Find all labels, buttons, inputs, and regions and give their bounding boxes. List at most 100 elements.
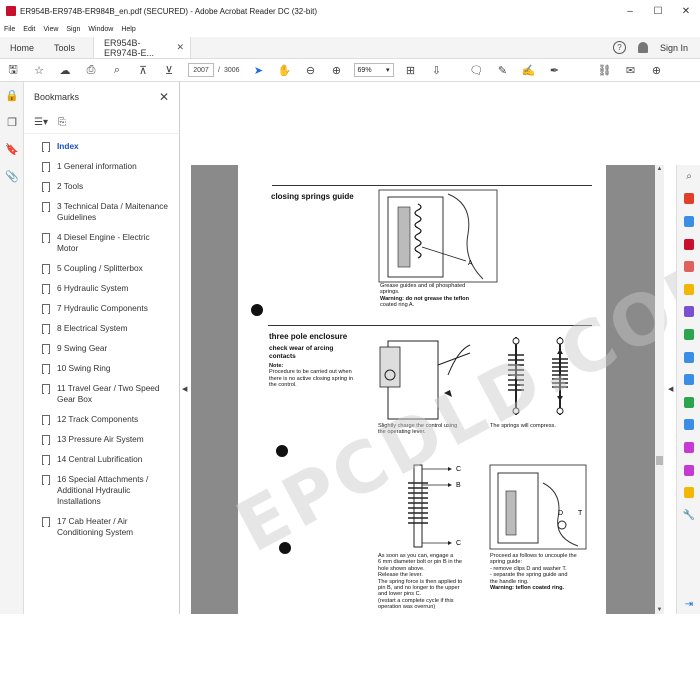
send-for-signature-icon[interactable] — [677, 391, 700, 414]
stamp-icon[interactable] — [677, 481, 700, 504]
bookmark-hydraulic-system[interactable]: 6 Hydraulic System — [24, 281, 179, 296]
next-page-icon[interactable]: ⊻ — [156, 59, 182, 82]
bookmarks-icon[interactable]: 🔖 — [0, 136, 24, 163]
menu-window[interactable]: Window — [88, 26, 113, 33]
bookmark-central-lubrification[interactable]: 14 Central Lubrification — [24, 452, 179, 467]
scan-ocr-icon[interactable] — [677, 323, 700, 346]
collapse-tools-icon[interactable]: ⇥ — [677, 599, 700, 610]
print-icon[interactable]: ⎙ — [78, 59, 104, 82]
fill-sign-tool-icon[interactable] — [677, 368, 700, 391]
comment-tool-icon[interactable] — [677, 278, 700, 301]
bookmark-electrical-system[interactable]: 8 Electrical System — [24, 321, 179, 336]
comment-icon[interactable]: 🗨 — [464, 59, 490, 82]
menu-sign[interactable]: Sign — [66, 26, 80, 33]
bookmark-special-attachments[interactable]: 16 Special Attachments / Additional Hydr… — [24, 472, 179, 509]
bookmark-coupling[interactable]: 5 Coupling / Splitterbox — [24, 261, 179, 276]
scroll-thumb[interactable] — [656, 456, 663, 465]
combine-files-icon[interactable] — [677, 255, 700, 278]
upload-cloud-icon[interactable]: ☁ — [52, 59, 78, 82]
menu-help[interactable]: Help — [121, 26, 135, 33]
menu-view[interactable]: View — [43, 26, 58, 33]
bookmark-track-components[interactable]: 12 Track Components — [24, 412, 179, 427]
help-icon[interactable]: ? — [612, 41, 626, 54]
bookmark-swing-ring[interactable]: 10 Swing Ring — [24, 361, 179, 376]
label-d: D — [558, 510, 563, 517]
zoom-select[interactable]: 69% ▾ — [353, 63, 394, 77]
tab-document[interactable]: ER954B-ER974B-E... ✕ — [93, 37, 192, 58]
bookmark-swing-gear[interactable]: 9 Swing Gear — [24, 341, 179, 356]
bookmark-general-information[interactable]: 1 General information — [24, 159, 179, 174]
scroll-up-icon[interactable]: ▲ — [655, 166, 664, 172]
bookmark-pressure-air-system[interactable]: 13 Pressure Air System — [24, 432, 179, 447]
tab-home[interactable]: Home — [0, 37, 44, 58]
scroll-down-icon[interactable]: ▼ — [655, 607, 664, 613]
scroll-mode-icon[interactable]: ⇩ — [424, 59, 450, 82]
attachments-icon[interactable]: 📎 — [0, 163, 24, 190]
shield-icon[interactable] — [677, 414, 700, 437]
export-pdf-icon[interactable] — [677, 188, 700, 211]
edit-pdf-icon[interactable] — [677, 233, 700, 256]
maximize-button[interactable]: ☐ — [644, 6, 672, 17]
tool-swatch — [684, 351, 694, 363]
caption-engage-pin: As soon as you can, engage a 6 mm diamet… — [378, 553, 488, 611]
bookmark-cab-heater[interactable]: 17 Cab Heater / Air Conditioning System — [24, 514, 179, 540]
menu-file[interactable]: File — [4, 26, 15, 33]
bookmark-index[interactable]: Index — [24, 139, 179, 154]
close-tab-icon[interactable]: ✕ — [176, 42, 184, 53]
bookmark-options-icon[interactable]: ☰▾ — [34, 117, 48, 128]
draw-icon[interactable]: ✍ — [516, 59, 542, 82]
menu-edit[interactable]: Edit — [23, 26, 35, 33]
create-pdf-icon[interactable] — [677, 210, 700, 233]
notifications-icon[interactable] — [637, 42, 648, 53]
page-display-icon[interactable]: ⊞ — [398, 59, 424, 82]
page-number-input[interactable]: 2007 — [188, 63, 214, 77]
request-signature-icon[interactable] — [677, 459, 700, 482]
share-link-icon[interactable]: ⛓ — [592, 59, 618, 82]
bookmark-diesel-engine[interactable]: 4 Diesel Engine - Electric Motor — [24, 230, 179, 256]
bookmark-star-icon[interactable]: ☆ — [26, 59, 52, 82]
save-icon[interactable]: 🖫 — [0, 59, 26, 82]
bookmark-travel-gear[interactable]: 11 Travel Gear / Two Speed Gear Box — [24, 381, 179, 407]
fill-sign-icon[interactable]: ✒ — [542, 59, 568, 82]
label-c-top: C — [456, 466, 461, 473]
close-window-button[interactable]: ✕ — [672, 6, 700, 17]
tab-bar: Home Tools ER954B-ER974B-E... ✕ ? Sign I… — [0, 37, 700, 59]
new-bookmark-icon[interactable]: ⎘ — [58, 117, 66, 128]
previous-page-icon[interactable]: ⊼ — [130, 59, 156, 82]
tool-swatch — [684, 238, 694, 250]
email-icon[interactable]: ✉ — [618, 59, 644, 82]
vertical-scrollbar[interactable]: ▲ ▼ — [655, 165, 664, 614]
uncouple-spring-guide-figure: D T — [489, 464, 587, 550]
lock-icon[interactable]: 🔒 — [0, 82, 24, 109]
zoom-value: 69% — [357, 66, 372, 74]
section-title-three-pole: three pole enclosure — [269, 332, 348, 341]
more-tools-icon[interactable]: ⊕ — [644, 59, 670, 82]
hand-tool-icon[interactable]: ✋ — [272, 59, 298, 82]
zoom-in-icon[interactable]: ⊕ — [324, 59, 350, 82]
minimize-button[interactable]: – — [616, 6, 644, 17]
select-cursor-icon[interactable]: ➤ — [246, 59, 272, 82]
zoom-search-icon[interactable]: ⌕ — [677, 165, 700, 188]
bookmark-hydraulic-components[interactable]: 7 Hydraulic Components — [24, 301, 179, 316]
bookmark-technical-data[interactable]: 3 Technical Data / Maitenance Guidelines — [24, 199, 179, 225]
collapse-panel-icon[interactable]: ◀ — [182, 385, 187, 393]
tab-tools[interactable]: Tools — [44, 37, 85, 58]
find-icon[interactable]: ⌕ — [104, 59, 130, 82]
page-thumbnails-icon[interactable]: ❐ — [0, 109, 24, 136]
tool-swatch — [684, 374, 694, 386]
wrench-icon[interactable]: 🔧 — [677, 504, 700, 527]
zoom-out-icon[interactable]: ⊖ — [298, 59, 324, 82]
highlight-pen-icon[interactable]: ✎ — [490, 59, 516, 82]
close-panel-icon[interactable]: ✕ — [159, 90, 169, 104]
sign-in-link[interactable]: Sign In — [660, 43, 688, 53]
expand-tools-icon[interactable]: ◀ — [668, 385, 673, 393]
caption-line: operation was overrun) — [378, 604, 436, 611]
closing-springs-figure: A — [378, 189, 498, 283]
organize-pages-icon[interactable] — [677, 301, 700, 324]
bookmark-tools[interactable]: 2 Tools — [24, 179, 179, 194]
label-t: T — [578, 510, 583, 517]
prepare-form-icon[interactable] — [677, 436, 700, 459]
protect-icon[interactable] — [677, 346, 700, 369]
tool-swatch — [684, 441, 694, 453]
bookmark-icon — [42, 384, 50, 394]
